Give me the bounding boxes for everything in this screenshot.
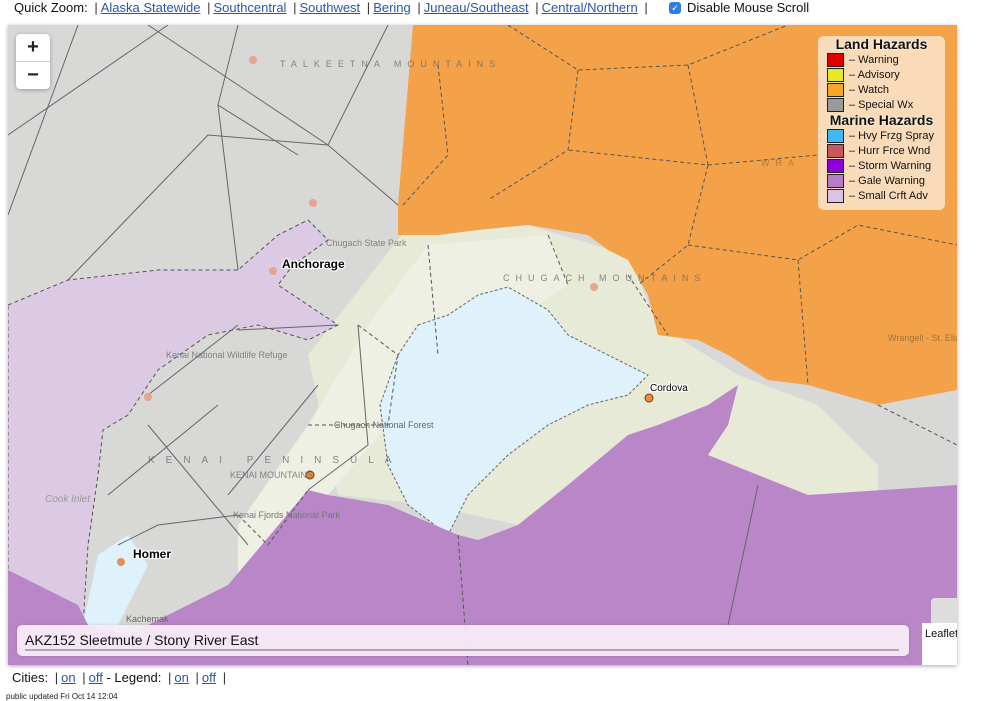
- city-marker-homer[interactable]: [117, 558, 125, 566]
- map-label-kenai-peninsula: KENAI PENINSULA: [148, 455, 403, 466]
- legend-item-marine: – Storm Warning: [818, 158, 945, 173]
- legend-on-link[interactable]: on: [174, 670, 188, 685]
- leaflet-attribution-link[interactable]: Leaflet: [925, 628, 957, 640]
- legend-label: – Hurr Frce Wnd: [849, 144, 931, 157]
- legend-item-land: – Special Wx: [818, 97, 945, 112]
- town-marker: [249, 56, 257, 64]
- legend-label: – Gale Warning: [849, 174, 926, 187]
- town-marker: [309, 199, 317, 207]
- map-label-chugach-state: Chugach State Park: [326, 238, 407, 248]
- zoom-in-button[interactable]: +: [16, 34, 50, 61]
- map-label-wrangell: Wrangell - St. Elias National Park: [888, 333, 957, 343]
- zoom-link-juneau-southeast[interactable]: Juneau/Southeast: [424, 0, 529, 15]
- legend-label: – Special Wx: [849, 98, 914, 111]
- legend-item-land: – Warning: [818, 52, 945, 67]
- disable-mouse-scroll[interactable]: ✓ Disable Mouse Scroll: [669, 0, 809, 16]
- legend-swatch: [827, 143, 844, 158]
- updated-timestamp: public updated Fri Oct 14 12:04: [6, 692, 118, 701]
- quick-zoom-label: Quick Zoom:: [14, 0, 88, 15]
- legend-item-marine: – Hurr Frce Wnd: [818, 143, 945, 158]
- legend-swatch: [827, 82, 844, 97]
- map-label-chugach: CHUGACH MOUNTAINS: [503, 273, 707, 283]
- hazard-legend: Land Hazards – Warning – Advisory – Watch –…: [818, 36, 945, 210]
- legend-label: – Hvy Frzg Spray: [849, 129, 934, 142]
- town-marker: [144, 393, 152, 401]
- city-marker-cordova[interactable]: [644, 393, 654, 403]
- cities-off-link[interactable]: off: [89, 670, 103, 685]
- zoom-link-central-northern[interactable]: Central/Northern: [542, 0, 638, 15]
- legend-label: – Small Crft Adv: [849, 189, 928, 202]
- map-layers: [8, 25, 957, 665]
- attribution: Leaflet: [922, 623, 957, 665]
- legend-item-land: – Watch: [818, 82, 945, 97]
- map-label-cook-inlet: Cook Inlet: [45, 494, 91, 505]
- legend-swatch: [827, 158, 844, 173]
- map-label-kenai-refuge: Kenai National Wildlife Refuge: [166, 350, 288, 360]
- cities-label: Cities:: [12, 670, 49, 685]
- legend-land-title: Land Hazards: [835, 36, 928, 52]
- legend-item-marine: – Gale Warning: [818, 173, 945, 188]
- map-label-kenai-mountains: KENAI MOUNTAINS: [230, 470, 313, 480]
- map-label-kachemak: Kachemak: [126, 614, 169, 624]
- legend-swatch: [827, 52, 844, 67]
- zone-info-box: AKZ152 Sleetmute / Stony River East: [17, 625, 909, 656]
- map-label-talkeetna: TALKEETNA MOUNTAINS: [280, 59, 502, 69]
- legend-label: – Watch: [849, 83, 889, 96]
- city-label-homer: Homer: [133, 547, 172, 561]
- legend-off-link[interactable]: off: [202, 670, 216, 685]
- map-label-kenai-fjords: Kenai Fjords National Park: [233, 510, 341, 520]
- disable-mouse-scroll-label: Disable Mouse Scroll: [687, 0, 810, 15]
- zoom-link-southcentral[interactable]: Southcentral: [213, 0, 286, 15]
- quick-zoom-bar: Quick Zoom: | Alaska Statewide | Southcent…: [14, 0, 648, 15]
- zoom-link-alaska-statewide[interactable]: Alaska Statewide: [101, 0, 201, 15]
- city-label-cordova: Cordova: [650, 383, 688, 394]
- legend-swatch: [827, 188, 844, 203]
- disable-mouse-scroll-checkbox[interactable]: ✓: [669, 2, 681, 14]
- legend-item-land: – Advisory: [818, 67, 945, 82]
- map-label-chugach-forest: Chugach National Forest: [334, 420, 434, 430]
- legend-marine-title: Marine Hazards: [829, 112, 934, 128]
- zone-info-text: AKZ152 Sleetmute / Stony River East: [25, 632, 259, 648]
- legend-label: – Warning: [849, 53, 899, 66]
- esri-logo-icon: [931, 598, 957, 624]
- legend-label: – Advisory: [849, 68, 900, 81]
- info-divider: [25, 649, 899, 651]
- legend-label: - Legend:: [106, 670, 162, 685]
- map-label-wrangell-mountains: WRA: [761, 158, 800, 168]
- cities-on-link[interactable]: on: [61, 670, 75, 685]
- town-marker: [269, 267, 277, 275]
- town-marker: [590, 283, 598, 291]
- hazard-map[interactable]: TALKEETNA MOUNTAINS CHUGACH MOUNTAINS KE…: [8, 25, 957, 665]
- legend-swatch: [827, 128, 844, 143]
- legend-item-marine: – Hvy Frzg Spray: [818, 128, 945, 143]
- legend-swatch: [827, 173, 844, 188]
- zoom-out-button[interactable]: −: [16, 61, 50, 89]
- zoom-link-southwest[interactable]: Southwest: [299, 0, 360, 15]
- legend-swatch: [827, 97, 844, 112]
- legend-swatch: [827, 67, 844, 82]
- footer-controls: Cities: | on | off - Legend: | on | off |: [12, 670, 227, 685]
- zoom-control: + −: [16, 34, 50, 89]
- city-label-anchorage: Anchorage: [282, 257, 345, 271]
- legend-label: – Storm Warning: [849, 159, 932, 172]
- zoom-link-bering[interactable]: Bering: [373, 0, 411, 15]
- legend-item-marine: – Small Crft Adv: [818, 188, 945, 203]
